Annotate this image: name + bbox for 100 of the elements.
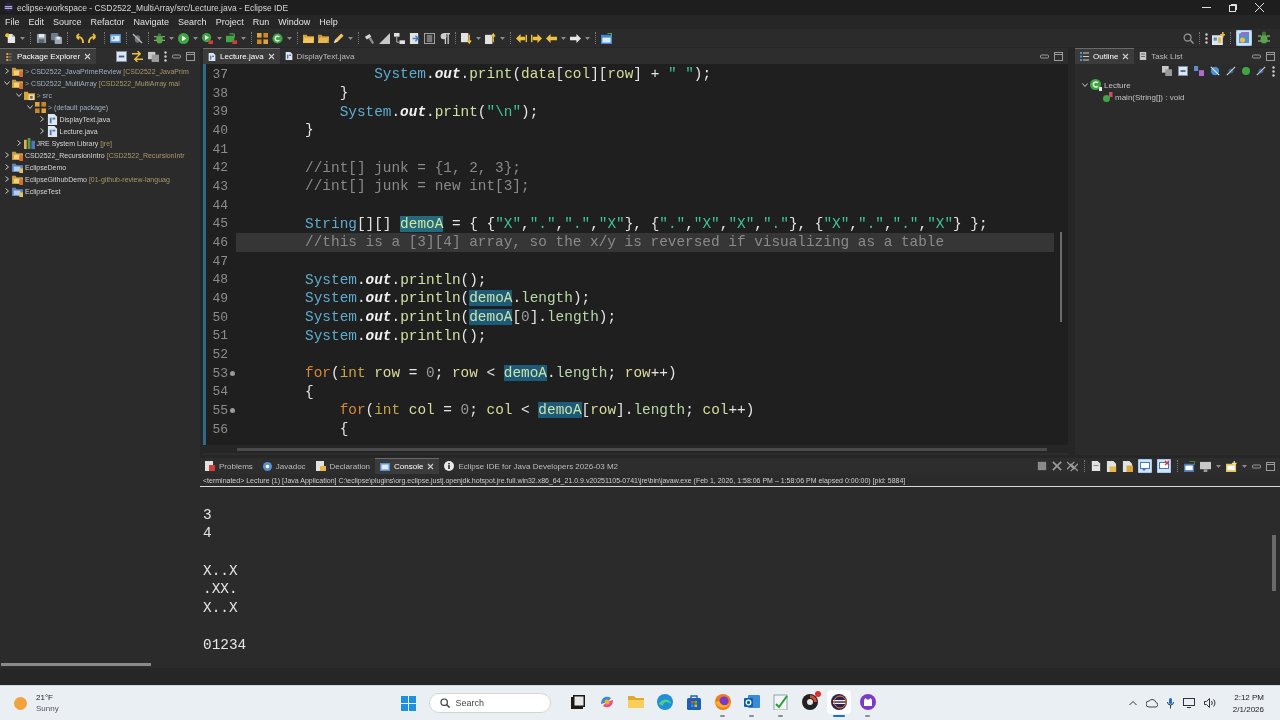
weather-condition[interactable]: Sunny bbox=[36, 704, 59, 713]
chevron-right-icon[interactable] bbox=[4, 68, 10, 74]
caret-icon[interactable] bbox=[1216, 464, 1221, 468]
view-tab[interactable]: Outline bbox=[1075, 48, 1135, 64]
view-tab[interactable]: Task List bbox=[1134, 48, 1188, 64]
menu-item[interactable]: Edit bbox=[28, 17, 45, 27]
folder-icon[interactable] bbox=[318, 32, 329, 44]
view-tab[interactable]: Javadoc bbox=[257, 458, 311, 474]
more-icon[interactable] bbox=[1272, 65, 1275, 77]
close-icon[interactable] bbox=[1255, 3, 1264, 12]
caret-icon[interactable] bbox=[561, 36, 566, 40]
menu-item[interactable]: Help bbox=[319, 17, 338, 27]
search-icon[interactable] bbox=[1183, 32, 1194, 44]
lock-document-icon[interactable] bbox=[1106, 460, 1117, 472]
java-perspective-icon[interactable] bbox=[1236, 30, 1252, 46]
remove-icon[interactable] bbox=[1052, 461, 1062, 471]
speaker-icon[interactable] bbox=[1203, 697, 1216, 709]
clock-date[interactable]: 2/1/2026 bbox=[1232, 704, 1264, 714]
curved-arrow-left-icon[interactable] bbox=[73, 32, 84, 44]
scrollbar-thumb[interactable] bbox=[1, 662, 151, 666]
caret-icon[interactable] bbox=[1242, 464, 1247, 468]
document-arrow-icon[interactable] bbox=[409, 32, 420, 44]
curved-arrow-right-icon[interactable] bbox=[88, 32, 99, 44]
browser-icon[interactable] bbox=[656, 693, 673, 710]
scrollbar-thumb[interactable] bbox=[1272, 535, 1276, 591]
checklist-icon[interactable] bbox=[772, 693, 789, 710]
taskbar-search-field[interactable]: Search bbox=[428, 693, 551, 713]
stacked-pages-icon[interactable] bbox=[1162, 66, 1172, 76]
caret-icon[interactable] bbox=[193, 36, 198, 40]
dot-icon[interactable] bbox=[1242, 67, 1250, 75]
caret-icon[interactable] bbox=[500, 36, 505, 40]
console-error-toggle-icon[interactable] bbox=[1157, 459, 1171, 473]
chevron-down-icon[interactable] bbox=[4, 80, 10, 86]
open-console-icon[interactable] bbox=[1184, 460, 1195, 472]
monitor-icon[interactable] bbox=[1200, 460, 1211, 472]
tree-item[interactable]: main(String[]) : void bbox=[1103, 91, 1185, 103]
terminal-icon[interactable] bbox=[110, 32, 121, 44]
caret-icon[interactable] bbox=[20, 36, 25, 40]
bug-icon[interactable] bbox=[1256, 30, 1272, 46]
stacked-disks-icon[interactable] bbox=[51, 32, 62, 44]
class-plus-icon[interactable] bbox=[272, 32, 283, 44]
view-tab[interactable]: Package Explorer bbox=[0, 48, 97, 64]
chevron-right-icon[interactable] bbox=[4, 152, 10, 158]
chevron-right-icon[interactable] bbox=[38, 116, 45, 122]
menu-item[interactable]: File bbox=[5, 17, 20, 27]
caret-icon[interactable] bbox=[241, 36, 246, 40]
cat-silhouette-icon[interactable] bbox=[859, 693, 876, 710]
stop-icon[interactable] bbox=[1037, 461, 1047, 471]
toolbox-play-icon[interactable] bbox=[226, 32, 237, 44]
play-badge-icon[interactable] bbox=[202, 32, 213, 44]
annotation-up-icon[interactable] bbox=[485, 32, 496, 44]
view-tab[interactable]: Console bbox=[375, 458, 440, 474]
scrollbar-thumb[interactable] bbox=[237, 447, 1047, 451]
chevron-up-icon[interactable] bbox=[1128, 699, 1137, 707]
menu-item[interactable]: Search bbox=[178, 17, 207, 27]
hierarchy-icon[interactable] bbox=[394, 32, 405, 44]
close-icon[interactable] bbox=[84, 53, 92, 60]
minimize-icon[interactable] bbox=[172, 53, 181, 59]
link-arrows-icon[interactable] bbox=[132, 50, 143, 62]
collapse-all-icon[interactable] bbox=[116, 50, 127, 62]
view-tab[interactable]: Problems bbox=[200, 458, 258, 474]
package-icon[interactable] bbox=[257, 32, 268, 44]
slash-icon[interactable] bbox=[1226, 66, 1236, 76]
minimize-icon[interactable] bbox=[1040, 53, 1049, 59]
play-icon[interactable] bbox=[178, 32, 189, 44]
new-console-icon[interactable] bbox=[1226, 460, 1237, 472]
menu-item[interactable]: Navigate bbox=[133, 17, 170, 27]
monitor-icon[interactable] bbox=[1182, 697, 1195, 709]
slash-icon[interactable] bbox=[1256, 66, 1266, 76]
close-icon[interactable] bbox=[267, 53, 275, 60]
pin-document-icon[interactable] bbox=[1122, 460, 1133, 472]
sort-icon[interactable] bbox=[1194, 66, 1204, 76]
caret-icon[interactable] bbox=[217, 36, 222, 40]
shopping-bag-icon[interactable] bbox=[685, 693, 702, 710]
chevron-right-icon[interactable] bbox=[4, 188, 10, 194]
caret-icon[interactable] bbox=[169, 36, 174, 40]
pencil-icon[interactable] bbox=[333, 32, 344, 44]
caret-icon[interactable] bbox=[287, 36, 292, 40]
new-window-icon[interactable] bbox=[601, 32, 612, 44]
arrow-right-icon[interactable] bbox=[570, 32, 581, 44]
bug-icon[interactable] bbox=[154, 32, 165, 44]
split-pane-icon[interactable] bbox=[424, 32, 435, 44]
menu-item[interactable]: Window bbox=[278, 17, 311, 27]
remove-all-icon[interactable] bbox=[1067, 460, 1078, 472]
arrow-right-icon[interactable] bbox=[531, 32, 542, 44]
chevron-down-icon[interactable] bbox=[1082, 82, 1088, 88]
mail-icon[interactable] bbox=[743, 693, 760, 710]
more-icon[interactable] bbox=[1205, 32, 1208, 44]
ruler-icon[interactable] bbox=[379, 32, 390, 44]
code-editor[interactable] bbox=[203, 64, 1068, 445]
view-tab[interactable]: Declaration bbox=[310, 458, 376, 474]
minimize-icon[interactable] bbox=[1252, 53, 1261, 59]
paragraph-marks-icon[interactable] bbox=[439, 32, 450, 44]
menu-item[interactable]: Source bbox=[53, 17, 82, 27]
close-icon[interactable] bbox=[1122, 53, 1130, 60]
editor-tab[interactable]: Lecture.java bbox=[203, 48, 280, 64]
chevron-right-icon[interactable] bbox=[38, 128, 45, 134]
menu-item[interactable]: Project bbox=[215, 17, 244, 27]
folder-icon[interactable] bbox=[303, 32, 314, 44]
caret-icon[interactable] bbox=[585, 36, 590, 40]
